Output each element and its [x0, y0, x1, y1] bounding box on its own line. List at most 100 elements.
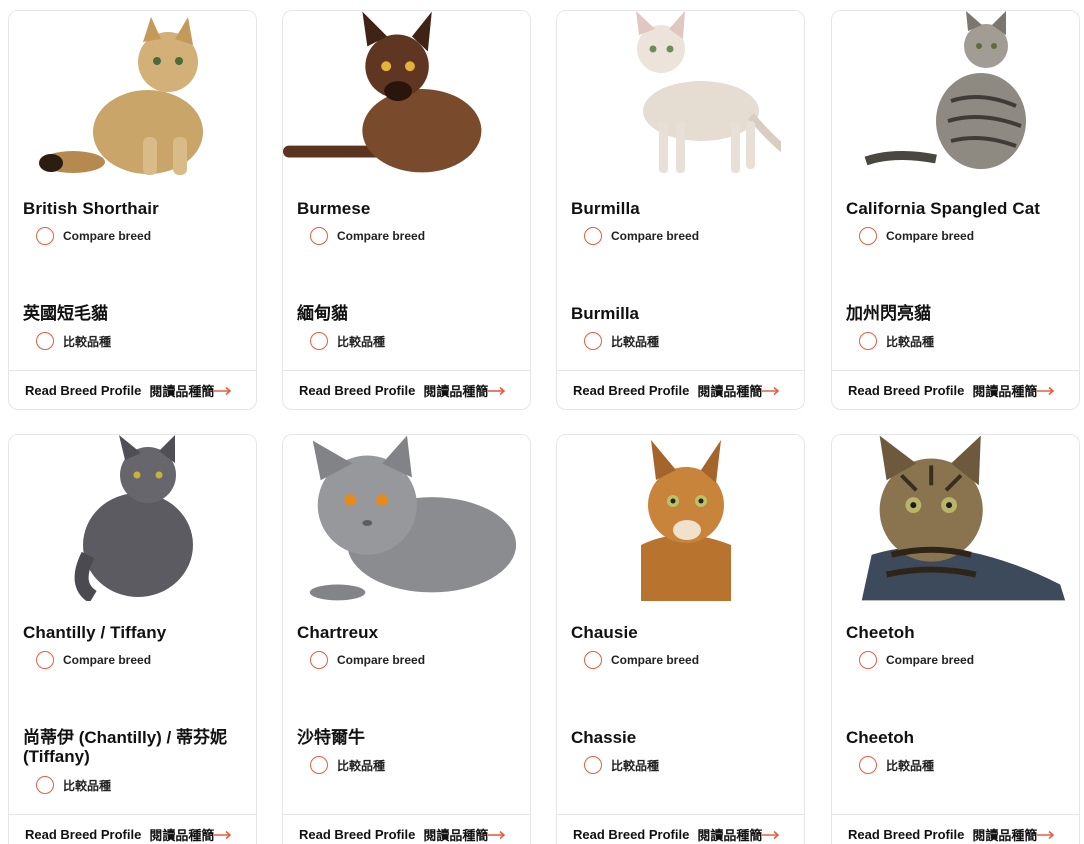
read-breed-profile-link[interactable]: Read Breed Profile 閱讀品種簡	[557, 370, 804, 409]
breed-name-chinese: 沙特爾牛	[297, 728, 365, 747]
breed-name-english: California Spangled Cat	[846, 199, 1041, 218]
breed-name-english: Chantilly / Tiffany	[23, 623, 167, 642]
read-breed-profile-link[interactable]: Read Breed Profile 閱讀品種簡	[9, 814, 256, 844]
compare-breed-label: Compare breed	[886, 653, 975, 667]
read-breed-profile-label-chinese: 閱讀品種簡	[697, 384, 763, 399]
breed-name-chinese: 尚蒂伊 (Chantilly) / 蒂芬妮 (Tiffany)	[23, 728, 227, 766]
compare-breed-label: Compare breed	[63, 653, 152, 667]
compare-breed-label: Compare breed	[886, 229, 975, 243]
compare-breed-checkbox-chinese[interactable]: 比較品種	[36, 332, 111, 350]
breed-card[interactable]: Chantilly / Tiffany Compare breed 尚蒂伊 (C…	[8, 434, 257, 844]
read-breed-profile-link[interactable]: Read Breed Profile 閱讀品種簡	[557, 814, 804, 844]
breed-card[interactable]: California Spangled Cat Compare breed 加州…	[831, 10, 1080, 410]
breed-name-english: Burmilla	[571, 199, 640, 218]
radio-circle-icon[interactable]	[36, 332, 54, 350]
radio-circle-icon[interactable]	[584, 227, 602, 245]
read-breed-profile-label: Read Breed Profile	[25, 827, 142, 842]
radio-circle-icon[interactable]	[584, 651, 602, 669]
compare-breed-checkbox-chinese[interactable]: 比較品種	[584, 332, 659, 350]
read-breed-profile-label: Read Breed Profile	[25, 383, 142, 398]
compare-breed-label-chinese: 比較品種	[63, 334, 112, 349]
breed-name-chinese: Chassie	[571, 728, 637, 747]
breed-name-english: Chartreux	[297, 623, 379, 642]
read-breed-profile-label-chinese: 閱讀品種簡	[972, 384, 1038, 399]
compare-breed-checkbox[interactable]: Compare breed	[584, 651, 699, 669]
radio-circle-icon[interactable]	[859, 332, 877, 350]
breed-name-english: Chausie	[571, 623, 638, 642]
compare-breed-label: Compare breed	[611, 229, 700, 243]
cat-photo[interactable]	[9, 435, 256, 601]
compare-breed-label-chinese: 比較品種	[886, 758, 935, 773]
breed-card[interactable]: Chartreux Compare breed 沙特爾牛 比較品種 Read B…	[282, 434, 531, 844]
compare-breed-checkbox[interactable]: Compare breed	[859, 227, 974, 245]
compare-breed-checkbox-chinese[interactable]: 比較品種	[859, 756, 934, 774]
radio-circle-icon[interactable]	[36, 776, 54, 794]
radio-circle-icon[interactable]	[36, 227, 54, 245]
read-breed-profile-label-chinese: 閱讀品種簡	[423, 828, 489, 843]
compare-breed-label-chinese: 比較品種	[337, 334, 386, 349]
compare-breed-checkbox-chinese[interactable]: 比較品種	[859, 332, 934, 350]
cat-photo[interactable]	[9, 11, 256, 177]
breed-card[interactable]: Chausie Compare breed Chassie 比較品種 Read …	[556, 434, 805, 844]
compare-breed-checkbox-chinese[interactable]: 比較品種	[310, 332, 385, 350]
read-breed-profile-link[interactable]: Read Breed Profile 閱讀品種簡	[832, 814, 1079, 844]
radio-circle-icon[interactable]	[310, 651, 328, 669]
arrow-right-icon	[762, 830, 780, 839]
compare-breed-checkbox[interactable]: Compare breed	[36, 651, 151, 669]
compare-breed-checkbox-chinese[interactable]: 比較品種	[36, 776, 111, 794]
compare-breed-checkbox[interactable]: Compare breed	[310, 227, 425, 245]
compare-breed-checkbox[interactable]: Compare breed	[36, 227, 151, 245]
arrow-right-icon	[1037, 830, 1055, 839]
cat-photo[interactable]	[557, 11, 804, 177]
compare-breed-label-chinese: 比較品種	[63, 778, 112, 793]
compare-breed-checkbox[interactable]: Compare breed	[584, 227, 699, 245]
cat-photo[interactable]	[832, 435, 1079, 601]
radio-circle-icon[interactable]	[859, 651, 877, 669]
radio-circle-icon[interactable]	[859, 756, 877, 774]
arrow-right-icon	[488, 830, 506, 839]
cat-photo[interactable]	[283, 11, 530, 177]
arrow-right-icon	[762, 386, 780, 395]
radio-circle-icon[interactable]	[36, 651, 54, 669]
read-breed-profile-link[interactable]: Read Breed Profile 閱讀品種簡	[832, 370, 1079, 409]
compare-breed-label: Compare breed	[337, 653, 426, 667]
compare-breed-label: Compare breed	[63, 229, 152, 243]
compare-breed-label-chinese: 比較品種	[611, 758, 660, 773]
radio-circle-icon[interactable]	[310, 332, 328, 350]
cat-photo[interactable]	[283, 435, 530, 601]
breed-name-chinese: Cheetoh	[846, 728, 914, 747]
radio-circle-icon[interactable]	[584, 332, 602, 350]
read-breed-profile-label: Read Breed Profile	[573, 827, 690, 842]
read-breed-profile-label-chinese: 閱讀品種簡	[972, 828, 1038, 843]
radio-circle-icon[interactable]	[310, 756, 328, 774]
breed-card[interactable]: Burmilla Compare breed Burmilla 比較品種 Rea…	[556, 10, 805, 410]
breed-card[interactable]: Cheetoh Compare breed Cheetoh 比較品種 Read …	[831, 434, 1080, 844]
compare-breed-label-chinese: 比較品種	[337, 758, 386, 773]
arrow-right-icon	[214, 830, 232, 839]
breed-name-chinese: 加州閃亮貓	[846, 304, 931, 323]
read-breed-profile-link[interactable]: Read Breed Profile 閱讀品種簡	[283, 814, 530, 844]
read-breed-profile-link[interactable]: Read Breed Profile 閱讀品種簡	[283, 370, 530, 409]
breed-card[interactable]: Burmese Compare breed 緬甸貓 比較品種 Read Bree…	[282, 10, 531, 410]
compare-breed-checkbox-chinese[interactable]: 比較品種	[310, 756, 385, 774]
compare-breed-checkbox-chinese[interactable]: 比較品種	[584, 756, 659, 774]
read-breed-profile-label: Read Breed Profile	[299, 827, 416, 842]
read-breed-profile-link[interactable]: Read Breed Profile 閱讀品種簡	[9, 370, 256, 409]
radio-circle-icon[interactable]	[310, 227, 328, 245]
cat-photo[interactable]	[557, 435, 804, 601]
radio-circle-icon[interactable]	[859, 227, 877, 245]
breed-name-chinese: 英國短毛貓	[23, 304, 108, 323]
radio-circle-icon[interactable]	[584, 756, 602, 774]
read-breed-profile-label-chinese: 閱讀品種簡	[423, 384, 489, 399]
breed-card[interactable]: British Shorthair Compare breed 英國短毛貓 比較…	[8, 10, 257, 410]
breed-name-english: Burmese	[297, 199, 371, 218]
breed-card-grid: British Shorthair Compare breed 英國短毛貓 比較…	[0, 0, 1084, 844]
compare-breed-checkbox[interactable]: Compare breed	[859, 651, 974, 669]
cat-photo[interactable]	[832, 11, 1079, 177]
read-breed-profile-label-chinese: 閱讀品種簡	[149, 384, 215, 399]
breed-name-chinese: 緬甸貓	[297, 304, 348, 323]
compare-breed-checkbox[interactable]: Compare breed	[310, 651, 425, 669]
breed-name-english: British Shorthair	[23, 199, 159, 218]
arrow-right-icon	[1037, 386, 1055, 395]
breed-name-english: Cheetoh	[846, 623, 915, 642]
